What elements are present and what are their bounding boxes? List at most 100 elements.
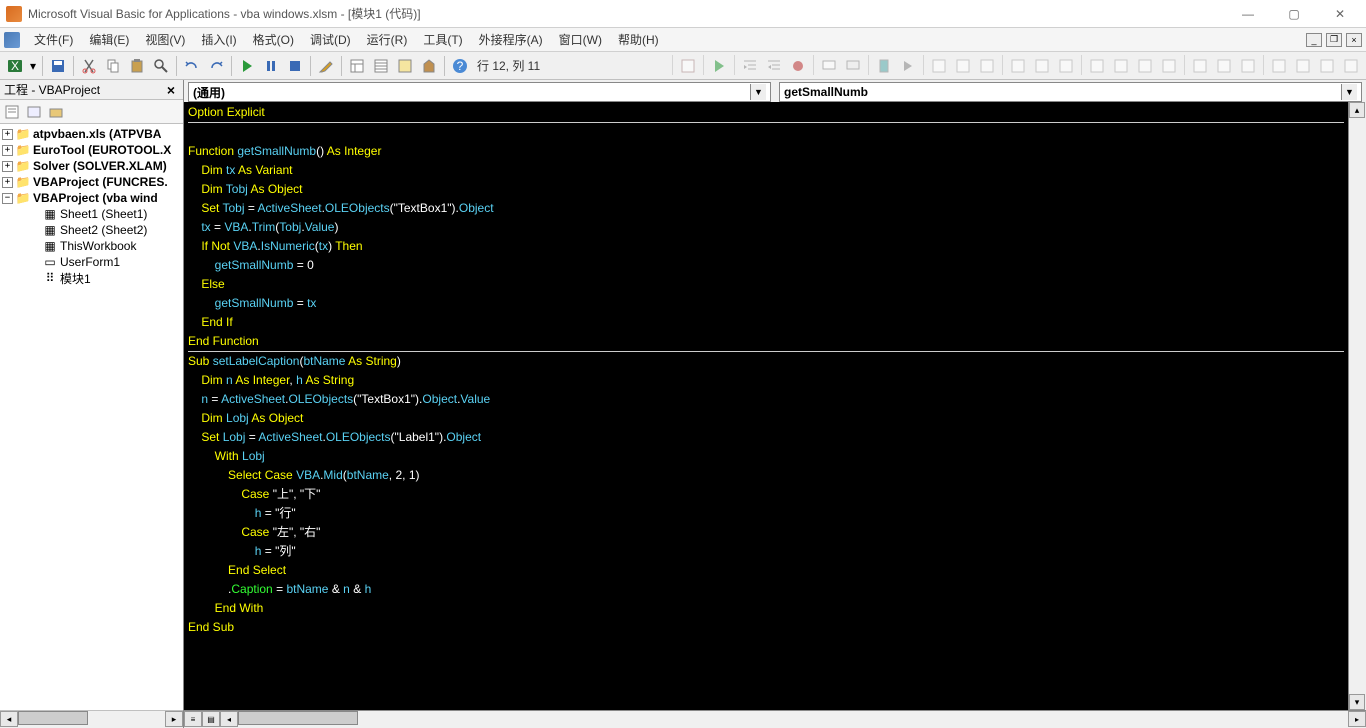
- project-explorer-hscroll[interactable]: ◂ ▸: [0, 710, 183, 728]
- tool-k-icon[interactable]: [1189, 55, 1211, 77]
- copy-icon[interactable]: [102, 55, 124, 77]
- break-icon[interactable]: [260, 55, 282, 77]
- tool-n-icon[interactable]: [1268, 55, 1290, 77]
- tree-node[interactable]: +📁EuroTool (EUROTOOL.X: [2, 142, 181, 158]
- menu-run[interactable]: 运行(R): [359, 29, 416, 50]
- tree-node[interactable]: ▦Sheet1 (Sheet1): [2, 206, 181, 222]
- horizontal-scrollbar[interactable]: [238, 711, 1348, 728]
- project-icon: 📁: [15, 159, 31, 173]
- mdi-minimize[interactable]: _: [1306, 33, 1322, 47]
- tool-p-icon[interactable]: [1316, 55, 1338, 77]
- tool-c-icon[interactable]: [976, 55, 998, 77]
- tree-node[interactable]: +📁Solver (SOLVER.XLAM): [2, 158, 181, 174]
- minimize-button[interactable]: —: [1234, 4, 1262, 24]
- scroll-right-icon[interactable]: ▸: [1348, 711, 1366, 727]
- uncomment-icon[interactable]: [842, 55, 864, 77]
- scroll-down-icon[interactable]: ▾: [1349, 694, 1365, 710]
- cursor-position-label: 行 12, 列 11: [473, 57, 544, 74]
- next-bookmark-icon[interactable]: [897, 55, 919, 77]
- run-icon[interactable]: [236, 55, 258, 77]
- tool-l-icon[interactable]: [1213, 55, 1235, 77]
- run-small-icon[interactable]: [708, 55, 730, 77]
- tool-d-icon[interactable]: [1007, 55, 1029, 77]
- menu-edit[interactable]: 编辑(E): [81, 29, 137, 50]
- menu-addins[interactable]: 外接程序(A): [471, 29, 551, 50]
- tool-q-icon[interactable]: [1340, 55, 1362, 77]
- design-mode-icon[interactable]: [315, 55, 337, 77]
- cut-icon[interactable]: [78, 55, 100, 77]
- tool-h-icon[interactable]: [1110, 55, 1132, 77]
- menu-tools[interactable]: 工具(T): [415, 29, 470, 50]
- procedure-combo[interactable]: getSmallNumb▼: [779, 82, 1362, 102]
- tree-node[interactable]: ▦Sheet2 (Sheet2): [2, 222, 181, 238]
- tool-b-icon[interactable]: [952, 55, 974, 77]
- menu-format[interactable]: 格式(O): [245, 29, 302, 50]
- menu-window[interactable]: 窗口(W): [551, 29, 610, 50]
- reset-icon[interactable]: [284, 55, 306, 77]
- menu-debug[interactable]: 调试(D): [302, 29, 359, 50]
- find-icon[interactable]: [150, 55, 172, 77]
- maximize-button[interactable]: ▢: [1280, 4, 1308, 24]
- menu-help[interactable]: 帮助(H): [610, 29, 667, 50]
- project-tree[interactable]: +📁atpvbaen.xls (ATPVBA +📁EuroTool (EUROT…: [0, 124, 183, 710]
- tree-node[interactable]: −📁VBAProject (vba wind: [2, 190, 181, 206]
- code-text[interactable]: Option Explicit Function getSmallNumb() …: [184, 102, 1348, 637]
- module-icon: ⠿: [42, 271, 58, 285]
- menu-file[interactable]: 文件(F): [26, 29, 81, 50]
- sheet-icon: ▦: [42, 223, 58, 237]
- tool-a-icon[interactable]: [928, 55, 950, 77]
- window-title: Microsoft Visual Basic for Applications …: [28, 5, 1234, 22]
- view-object-icon[interactable]: [24, 102, 44, 122]
- view-code-icon[interactable]: [2, 102, 22, 122]
- tool-m-icon[interactable]: [1237, 55, 1259, 77]
- mdi-restore[interactable]: ❐: [1326, 33, 1342, 47]
- full-module-view-icon[interactable]: ▤: [202, 711, 220, 727]
- toolbox-icon[interactable]: [418, 55, 440, 77]
- tree-node[interactable]: +📁atpvbaen.xls (ATPVBA: [2, 126, 181, 142]
- close-button[interactable]: ✕: [1326, 4, 1354, 24]
- excel-icon[interactable]: [4, 32, 20, 48]
- paste-icon[interactable]: [126, 55, 148, 77]
- object-browser-icon[interactable]: [394, 55, 416, 77]
- bookmark-icon[interactable]: [873, 55, 895, 77]
- outdent-icon[interactable]: [763, 55, 785, 77]
- chevron-down-icon[interactable]: ▼: [750, 84, 766, 100]
- menu-insert[interactable]: 插入(I): [193, 29, 244, 50]
- project-explorer-close-icon[interactable]: ×: [163, 82, 179, 98]
- tool-o-icon[interactable]: [1292, 55, 1314, 77]
- chevron-down-icon[interactable]: ▼: [1341, 84, 1357, 100]
- undo-icon[interactable]: [181, 55, 203, 77]
- vertical-scrollbar[interactable]: ▴ ▾: [1348, 102, 1366, 710]
- procedure-view-icon[interactable]: ≡: [184, 711, 202, 727]
- help-icon[interactable]: ?: [449, 55, 471, 77]
- tree-node[interactable]: ▦ThisWorkbook: [2, 238, 181, 254]
- scroll-left-icon[interactable]: ◂: [0, 711, 18, 727]
- scroll-up-icon[interactable]: ▴: [1349, 102, 1365, 118]
- mdi-close[interactable]: ×: [1346, 33, 1362, 47]
- tool-j-icon[interactable]: [1158, 55, 1180, 77]
- svg-text:X: X: [11, 59, 19, 73]
- view-excel-icon[interactable]: X: [4, 55, 26, 77]
- code-pane[interactable]: Option Explicit Function getSmallNumb() …: [184, 102, 1348, 710]
- save-icon[interactable]: [47, 55, 69, 77]
- tool-g-icon[interactable]: [1086, 55, 1108, 77]
- comment-icon[interactable]: [818, 55, 840, 77]
- tree-node[interactable]: +📁VBAProject (FUNCRES.: [2, 174, 181, 190]
- project-explorer-icon[interactable]: [346, 55, 368, 77]
- dropdown-icon[interactable]: ▾: [28, 55, 38, 77]
- edit-tool-1-icon[interactable]: [677, 55, 699, 77]
- properties-icon[interactable]: [370, 55, 392, 77]
- toggle-folders-icon[interactable]: [46, 102, 66, 122]
- tree-node[interactable]: ▭UserForm1: [2, 254, 181, 270]
- tool-i-icon[interactable]: [1134, 55, 1156, 77]
- redo-icon[interactable]: [205, 55, 227, 77]
- indent-icon[interactable]: [739, 55, 761, 77]
- scroll-left-icon[interactable]: ◂: [220, 711, 238, 727]
- tool-e-icon[interactable]: [1031, 55, 1053, 77]
- object-combo[interactable]: (通用)▼: [188, 82, 771, 102]
- tool-f-icon[interactable]: [1055, 55, 1077, 77]
- menu-view[interactable]: 视图(V): [137, 29, 193, 50]
- tree-node[interactable]: ⠿模块1: [2, 270, 181, 286]
- scroll-right-icon[interactable]: ▸: [165, 711, 183, 727]
- breakpoint-icon[interactable]: [787, 55, 809, 77]
